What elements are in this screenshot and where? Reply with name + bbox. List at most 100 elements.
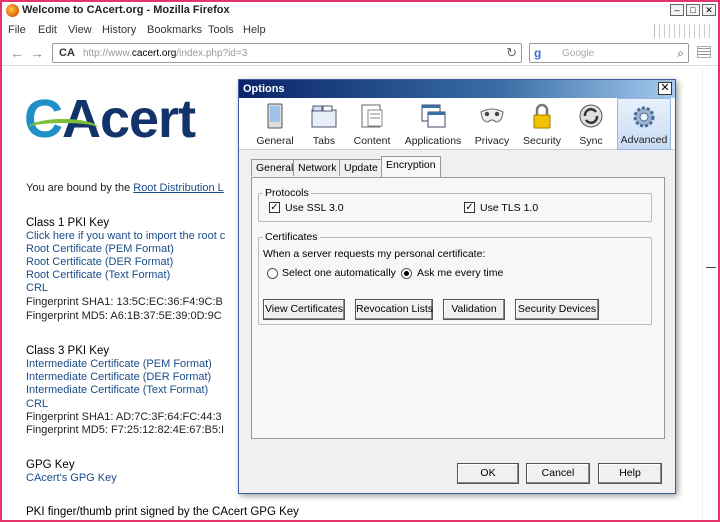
ssl-checkbox[interactable]: ✓ xyxy=(269,202,280,213)
google-icon[interactable]: g xyxy=(534,46,548,60)
class3-heading: Class 3 PKI Key xyxy=(26,345,110,357)
general-icon xyxy=(267,103,283,129)
ok-button[interactable]: OK xyxy=(457,463,519,484)
class1-heading: Class 1 PKI Key xyxy=(26,217,110,229)
gpg-key-link[interactable]: CAcert's GPG Key xyxy=(26,472,117,484)
dialog-title: Options xyxy=(243,83,285,95)
cancel-button[interactable]: Cancel xyxy=(526,463,590,484)
applications-icon xyxy=(421,104,446,128)
root-distribution-link[interactable]: Root Distribution L xyxy=(133,182,224,194)
back-button[interactable]: ← xyxy=(10,45,24,61)
pane-sync[interactable]: Sync xyxy=(571,98,611,150)
content-icon xyxy=(361,104,383,128)
reload-icon[interactable]: ↻ xyxy=(506,45,517,61)
tabs-icon xyxy=(311,105,337,128)
menu-file[interactable]: File xyxy=(8,24,26,36)
certificates-group: Certificates When a server requests my p… xyxy=(258,231,652,325)
forward-button[interactable]: → xyxy=(30,45,44,61)
window-title: Welcome to CAcert.org - Mozilla Firefox xyxy=(22,4,230,16)
pane-content[interactable]: Content xyxy=(349,98,395,150)
tab-update[interactable]: Update xyxy=(339,159,383,176)
page-scrollbar[interactable] xyxy=(702,67,718,520)
navigation-bar: ← → CA http://www.cacert.org/index.php?i… xyxy=(2,40,718,66)
class1-text-link[interactable]: Root Certificate (Text Format) xyxy=(26,269,170,281)
certificates-legend: Certificates xyxy=(263,231,320,243)
gpg-footer-text: PKI finger/thumb print signed by the CAc… xyxy=(26,506,299,518)
class1-sha1: Fingerprint SHA1: 13:5C:EC:36:F4:9C:B xyxy=(26,296,223,308)
class3-md5: Fingerprint MD5: F7:25:12:82:4E:67:B5:I xyxy=(26,424,225,436)
ask-every-time-label[interactable]: Ask me every time xyxy=(417,267,503,279)
site-identity-badge[interactable]: CA xyxy=(59,47,75,59)
logo-text: Acert xyxy=(62,89,196,149)
search-icon[interactable]: ⌕ xyxy=(677,46,684,61)
view-certificates-button[interactable]: View Certificates xyxy=(263,299,345,320)
maximize-button[interactable]: □ xyxy=(686,4,700,16)
url-prefix: http://www. xyxy=(83,48,132,59)
class1-der-link[interactable]: Root Certificate (DER Format) xyxy=(26,256,173,268)
class3-text-link[interactable]: Intermediate Certificate (Text Format) xyxy=(26,384,208,396)
tab-general[interactable]: General xyxy=(251,159,299,176)
pane-security[interactable]: Security xyxy=(521,98,563,150)
dialog-close-button[interactable]: ✕ xyxy=(658,82,672,95)
logo-swoosh xyxy=(28,119,98,137)
encryption-panel: Protocols ✓ Use SSL 3.0 ✓ Use TLS 1.0 Ce… xyxy=(251,177,665,439)
search-bar[interactable]: g Google ⌕ xyxy=(529,43,689,63)
cert-request-prompt: When a server requests my personal certi… xyxy=(263,248,486,260)
menu-bookmarks[interactable]: Bookmarks xyxy=(147,24,202,36)
search-placeholder: Google xyxy=(562,48,595,59)
menu-view[interactable]: View xyxy=(68,24,92,36)
pane-general[interactable]: General xyxy=(253,98,297,150)
gpg-heading: GPG Key xyxy=(26,459,75,471)
pane-advanced[interactable]: Advanced xyxy=(617,98,671,150)
ssl-label[interactable]: Use SSL 3.0 xyxy=(285,202,344,214)
menu-edit[interactable]: Edit xyxy=(38,24,57,36)
security-devices-button[interactable]: Security Devices xyxy=(515,299,599,320)
security-icon xyxy=(533,103,551,129)
class1-pem-link[interactable]: Root Certificate (PEM Format) xyxy=(26,243,174,255)
class3-pem-link[interactable]: Intermediate Certificate (PEM Format) xyxy=(26,358,212,370)
protocols-group: Protocols ✓ Use SSL 3.0 ✓ Use TLS 1.0 xyxy=(258,187,652,222)
class1-crl-link[interactable]: CRL xyxy=(26,282,48,294)
revocation-lists-button[interactable]: Revocation Lists xyxy=(355,299,433,320)
browser-window: Welcome to CAcert.org - Mozilla Firefox … xyxy=(2,2,718,520)
url-text: http://www.cacert.org/index.php?id=3 xyxy=(83,48,247,59)
close-button[interactable]: ✕ xyxy=(702,4,716,16)
tls-checkbox[interactable]: ✓ xyxy=(464,202,475,213)
privacy-icon xyxy=(480,108,504,123)
class1-md5: Fingerprint MD5: A6:1B:37:5E:39:0D:9C xyxy=(26,310,222,322)
title-bar: Welcome to CAcert.org - Mozilla Firefox … xyxy=(2,2,718,20)
protocols-legend: Protocols xyxy=(263,187,311,199)
advanced-icon xyxy=(633,106,655,128)
validation-button[interactable]: Validation xyxy=(443,299,505,320)
pane-applications[interactable]: Applications xyxy=(403,98,463,150)
tls-label[interactable]: Use TLS 1.0 xyxy=(480,202,538,214)
class3-der-link[interactable]: Intermediate Certificate (DER Format) xyxy=(26,371,211,383)
url-suffix: /index.php?id=3 xyxy=(176,48,248,59)
sync-icon xyxy=(579,104,603,128)
ask-every-time-radio[interactable] xyxy=(401,268,412,279)
class3-crl-link[interactable]: CRL xyxy=(26,398,48,410)
help-button[interactable]: Help xyxy=(598,463,662,484)
minimize-button[interactable]: – xyxy=(670,4,684,16)
menu-history[interactable]: History xyxy=(102,24,136,36)
menu-bar: File Edit View History Bookmarks Tools H… xyxy=(2,22,718,40)
menu-tools[interactable]: Tools xyxy=(208,24,234,36)
class3-sha1: Fingerprint SHA1: AD:7C:3F:64:FC:44:3 xyxy=(26,411,222,423)
url-bar[interactable]: CA http://www.cacert.org/index.php?id=3 … xyxy=(52,43,522,63)
bound-line: You are bound by the Root Distribution L xyxy=(26,182,224,194)
tab-network[interactable]: Network xyxy=(293,159,342,176)
url-domain: cacert.org xyxy=(131,48,177,59)
pane-privacy[interactable]: Privacy xyxy=(471,98,513,150)
pane-tabs[interactable]: Tabs xyxy=(305,98,343,150)
preferences-toolbar: General Tabs Content Applications Privac… xyxy=(239,98,675,150)
class1-import-link[interactable]: Click here if you want to import the roo… xyxy=(26,230,225,242)
menu-help[interactable]: Help xyxy=(243,24,266,36)
toolbar-overflow-icon[interactable] xyxy=(697,46,711,58)
select-automatically-label[interactable]: Select one automatically xyxy=(282,267,396,279)
dialog-title-bar: Options xyxy=(239,80,675,98)
firefox-icon xyxy=(6,4,19,17)
tab-encryption[interactable]: Encryption xyxy=(381,156,441,177)
toolbar-grip xyxy=(654,24,714,38)
select-automatically-radio[interactable] xyxy=(267,268,278,279)
options-dialog: Options ✕ General Tabs Content Applicati… xyxy=(238,79,676,494)
